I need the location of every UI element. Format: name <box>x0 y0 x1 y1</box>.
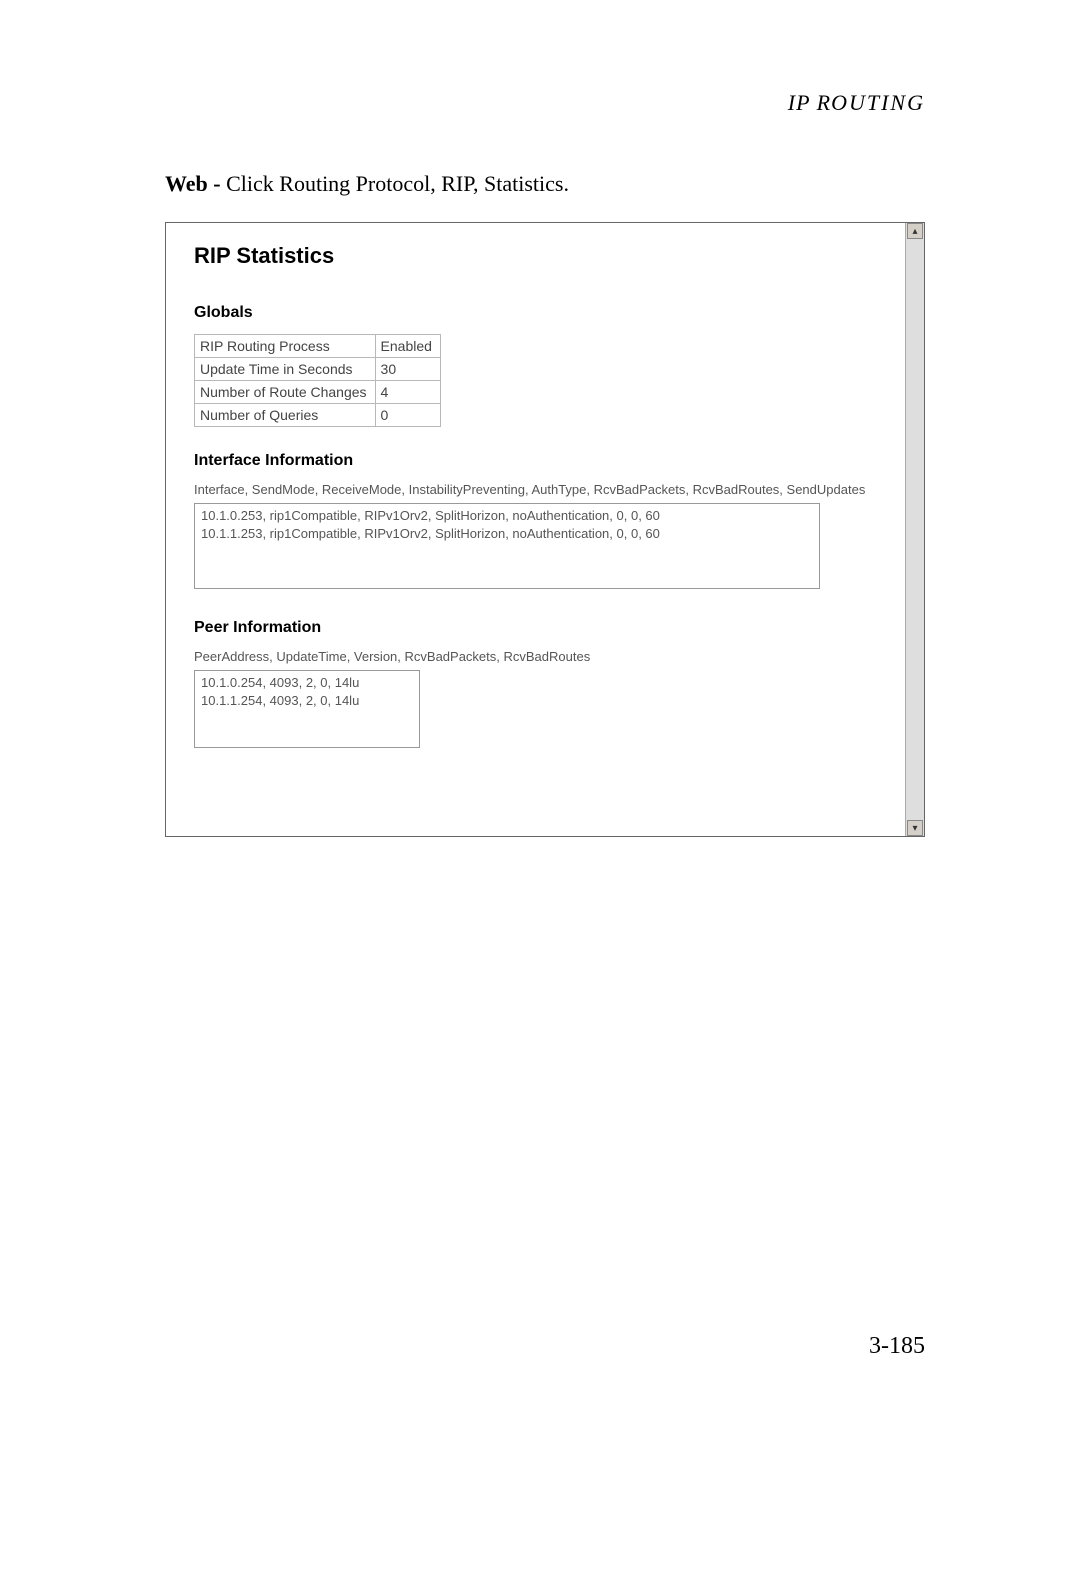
page-header: IP ROUTING <box>165 90 925 116</box>
header-italic: IP R <box>788 90 831 115</box>
peer-columns: PeerAddress, UpdateTime, Version, RcvBad… <box>194 649 896 664</box>
list-item: 10.1.0.253, rip1Compatible, RIPv1Orv2, S… <box>201 507 813 525</box>
globals-value: 0 <box>375 404 440 427</box>
globals-table: RIP Routing Process Enabled Update Time … <box>194 334 441 427</box>
header-smallcaps: OUTING <box>831 90 925 115</box>
globals-value: 30 <box>375 358 440 381</box>
panel-title: RIP Statistics <box>194 243 896 269</box>
scroll-down-icon[interactable]: ▾ <box>907 820 923 836</box>
table-row: Number of Queries 0 <box>195 404 441 427</box>
globals-label: Number of Route Changes <box>195 381 376 404</box>
globals-label: Update Time in Seconds <box>195 358 376 381</box>
list-item: 10.1.1.254, 4093, 2, 0, 14lu <box>201 692 413 710</box>
instruction-line: Web - Click Routing Protocol, RIP, Stati… <box>165 171 925 197</box>
globals-value: 4 <box>375 381 440 404</box>
globals-heading: Globals <box>194 304 896 322</box>
list-item: 10.1.0.254, 4093, 2, 0, 14lu <box>201 674 413 692</box>
screenshot-panel: ▴ ▾ RIP Statistics Globals RIP Routing P… <box>165 222 925 837</box>
table-row: Update Time in Seconds 30 <box>195 358 441 381</box>
globals-label: RIP Routing Process <box>195 335 376 358</box>
peer-heading: Peer Information <box>194 619 896 637</box>
globals-label: Number of Queries <box>195 404 376 427</box>
page-number: 3-185 <box>869 1333 925 1360</box>
scrollbar[interactable]: ▴ ▾ <box>905 223 924 836</box>
interface-heading: Interface Information <box>194 452 896 470</box>
instruction-prefix: Web - <box>165 171 226 196</box>
scroll-up-icon[interactable]: ▴ <box>907 223 923 239</box>
instruction-text: Click Routing Protocol, RIP, Statistics. <box>226 171 569 196</box>
peer-listbox[interactable]: 10.1.0.254, 4093, 2, 0, 14lu 10.1.1.254,… <box>194 670 420 748</box>
interface-listbox[interactable]: 10.1.0.253, rip1Compatible, RIPv1Orv2, S… <box>194 503 820 589</box>
interface-columns: Interface, SendMode, ReceiveMode, Instab… <box>194 482 896 497</box>
table-row: Number of Route Changes 4 <box>195 381 441 404</box>
table-row: RIP Routing Process Enabled <box>195 335 441 358</box>
globals-value: Enabled <box>375 335 440 358</box>
list-item: 10.1.1.253, rip1Compatible, RIPv1Orv2, S… <box>201 525 813 543</box>
